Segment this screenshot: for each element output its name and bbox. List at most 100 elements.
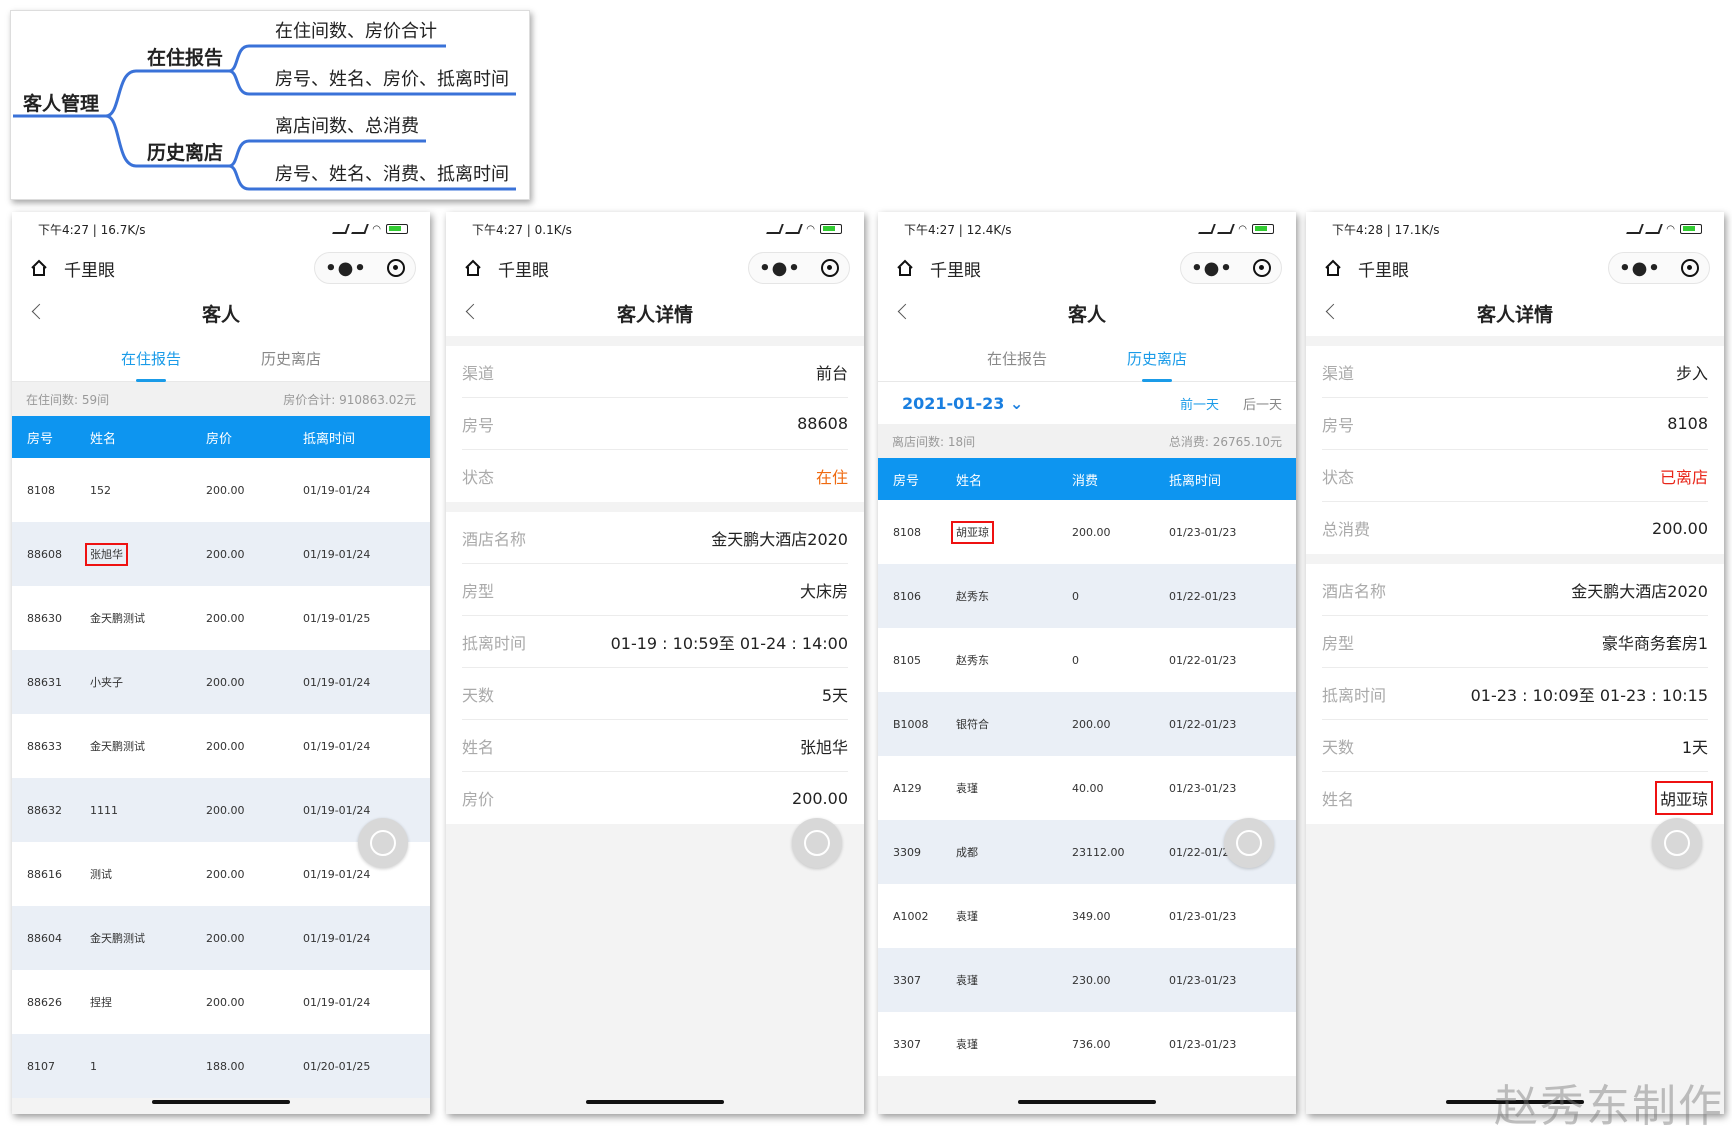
tab-current-report[interactable]: 在住报告	[121, 338, 181, 379]
cell-room: 3307	[878, 1038, 956, 1051]
table-row[interactable]: 3307袁瑾230.0001/23-01/23	[878, 948, 1296, 1012]
detail-label: 姓名	[1322, 786, 1354, 810]
floating-assistive-button[interactable]	[792, 818, 842, 868]
table-row[interactable]: 88608张旭华200.0001/19-01/24	[12, 522, 430, 586]
mini-program-navbar: 千里眼 •●•	[1306, 246, 1724, 290]
detail-value: 豪华商务套房1	[1602, 630, 1708, 654]
cell-name: 赵秀东	[956, 588, 1072, 604]
table-row[interactable]: 8108胡亚琼200.0001/23-01/23	[878, 500, 1296, 564]
mindmap-leaf: 房号、姓名、消费、抵离时间	[275, 160, 509, 186]
battery-icon	[386, 224, 408, 234]
cell-dates: 01/22-01/23	[1169, 654, 1296, 667]
tab-current-report[interactable]: 在住报告	[987, 338, 1047, 379]
cell-name: 152	[90, 484, 206, 497]
next-day-button[interactable]: 后一天	[1243, 394, 1282, 413]
cell-price: 188.00	[206, 1060, 303, 1073]
detail-label: 姓名	[462, 734, 494, 758]
more-icon[interactable]: •●•	[1619, 258, 1661, 279]
more-icon[interactable]: •●•	[325, 258, 367, 279]
table-row[interactable]: B1008银符合200.0001/22-01/23	[878, 692, 1296, 756]
date-picker[interactable]: 2021-01-23 ⌄	[902, 394, 1023, 413]
detail-value: 01-19 : 10:59至 01-24 : 14:00	[611, 630, 848, 654]
detail-group-stay: 酒店名称金天鹏大酒店2020 房型豪华商务套房1 抵离时间01-23 : 10:…	[1306, 564, 1724, 824]
back-icon[interactable]	[466, 304, 482, 320]
cell-dates: 01/23-01/23	[1169, 974, 1296, 987]
cell-name: 赵秀东	[956, 652, 1072, 668]
table-row[interactable]: 88630金天鹏测试200.0001/19-01/25	[12, 586, 430, 650]
summary-bar: 在住间数: 59间 房价合计: 910863.02元	[12, 382, 430, 416]
tab-history[interactable]: 历史离店	[1127, 338, 1187, 379]
floating-assistive-button[interactable]	[358, 818, 408, 868]
table-row[interactable]: A129袁瑾40.0001/23-01/23	[878, 756, 1296, 820]
status-badge: 在住	[816, 464, 848, 488]
detail-row-dates: 抵离时间01-19 : 10:59至 01-24 : 14:00	[462, 616, 848, 668]
cell-dates: 01/23-01/23	[1169, 782, 1296, 795]
home-icon[interactable]	[30, 259, 48, 277]
date-value: 2021-01-23	[902, 394, 1004, 413]
close-target-icon[interactable]	[821, 259, 839, 277]
back-icon[interactable]	[32, 304, 48, 320]
app-name: 千里眼	[498, 256, 748, 281]
cell-name: 成都	[956, 844, 1072, 860]
table-row[interactable]: 88631小夹子200.0001/19-01/24	[12, 650, 430, 714]
detail-value: 大床房	[800, 578, 848, 602]
table-row[interactable]: 8108152200.0001/19-01/24	[12, 458, 430, 522]
battery-icon	[1680, 224, 1702, 234]
home-icon[interactable]	[896, 259, 914, 277]
cell-name: 测试	[90, 866, 206, 882]
prev-day-button[interactable]: 前一天	[1180, 394, 1219, 413]
floating-assistive-button[interactable]	[1224, 818, 1274, 868]
mindmap-branch-current: 在住报告	[147, 43, 223, 70]
detail-row-room-type: 房型大床房	[462, 564, 848, 616]
day-navigation: 前一天 后一天	[1180, 394, 1282, 413]
cell-price: 200.00	[206, 868, 303, 881]
cell-room: 8107	[12, 1060, 90, 1073]
page-title: 客人	[1068, 300, 1106, 327]
back-icon[interactable]	[898, 304, 914, 320]
tab-history[interactable]: 历史离店	[261, 338, 321, 379]
detail-label: 渠道	[462, 360, 494, 384]
detail-row-dates: 抵离时间01-23 : 10:09至 01-23 : 10:15	[1322, 668, 1708, 720]
col-name: 姓名	[90, 428, 206, 447]
home-icon[interactable]	[1324, 259, 1342, 277]
title-bar: 客人	[12, 290, 430, 336]
signal-icon	[785, 224, 803, 234]
table-row[interactable]: 88604金天鹏测试200.0001/19-01/24	[12, 906, 430, 970]
cell-name-highlighted: 胡亚琼	[956, 526, 989, 539]
cell-price: 200.00	[206, 548, 303, 561]
cell-name: 袁瑾	[956, 908, 1072, 924]
home-icon[interactable]	[464, 259, 482, 277]
table-row[interactable]: 3307袁瑾736.0001/23-01/23	[878, 1012, 1296, 1076]
detail-row-status: 状态已离店	[1322, 450, 1708, 502]
cell-name: 金天鹏测试	[90, 930, 206, 946]
table-row[interactable]: 88633金天鹏测试200.0001/19-01/24	[12, 714, 430, 778]
mini-program-navbar: 千里眼 •●•	[12, 246, 430, 290]
chevron-down-icon: ⌄	[1004, 394, 1023, 413]
cell-dates: 01/19-01/24	[303, 996, 430, 1009]
status-badge: 已离店	[1660, 464, 1708, 488]
table-row[interactable]: 8106赵秀东001/22-01/23	[878, 564, 1296, 628]
cell-room: 3307	[878, 974, 956, 987]
close-target-icon[interactable]	[387, 259, 405, 277]
detail-row-channel: 渠道前台	[462, 346, 848, 398]
table-body: 8108152200.0001/19-01/24 88608张旭华200.000…	[12, 458, 430, 1098]
table-row[interactable]: 81071188.0001/20-01/25	[12, 1034, 430, 1098]
close-target-icon[interactable]	[1253, 259, 1271, 277]
close-target-icon[interactable]	[1681, 259, 1699, 277]
floating-assistive-button[interactable]	[1652, 818, 1702, 868]
cell-spend: 40.00	[1072, 782, 1169, 795]
detail-row-room-type: 房型豪华商务套房1	[1322, 616, 1708, 668]
cell-price: 200.00	[206, 484, 303, 497]
more-icon[interactable]: •●•	[759, 258, 801, 279]
table-row[interactable]: 8105赵秀东001/22-01/23	[878, 628, 1296, 692]
page-title: 客人详情	[1477, 300, 1553, 327]
cell-spend: 200.00	[1072, 718, 1169, 731]
table-header: 房号 姓名 房价 抵离时间	[12, 416, 430, 458]
cell-spend: 230.00	[1072, 974, 1169, 987]
more-icon[interactable]: •●•	[1191, 258, 1233, 279]
status-bar: 下午4:28 | 17.1K/s ◠	[1306, 212, 1724, 246]
table-row[interactable]: 88626捏捏200.0001/19-01/24	[12, 970, 430, 1034]
back-icon[interactable]	[1326, 304, 1342, 320]
detail-value: 5天	[822, 682, 848, 706]
table-row[interactable]: A1002袁瑾349.0001/23-01/23	[878, 884, 1296, 948]
